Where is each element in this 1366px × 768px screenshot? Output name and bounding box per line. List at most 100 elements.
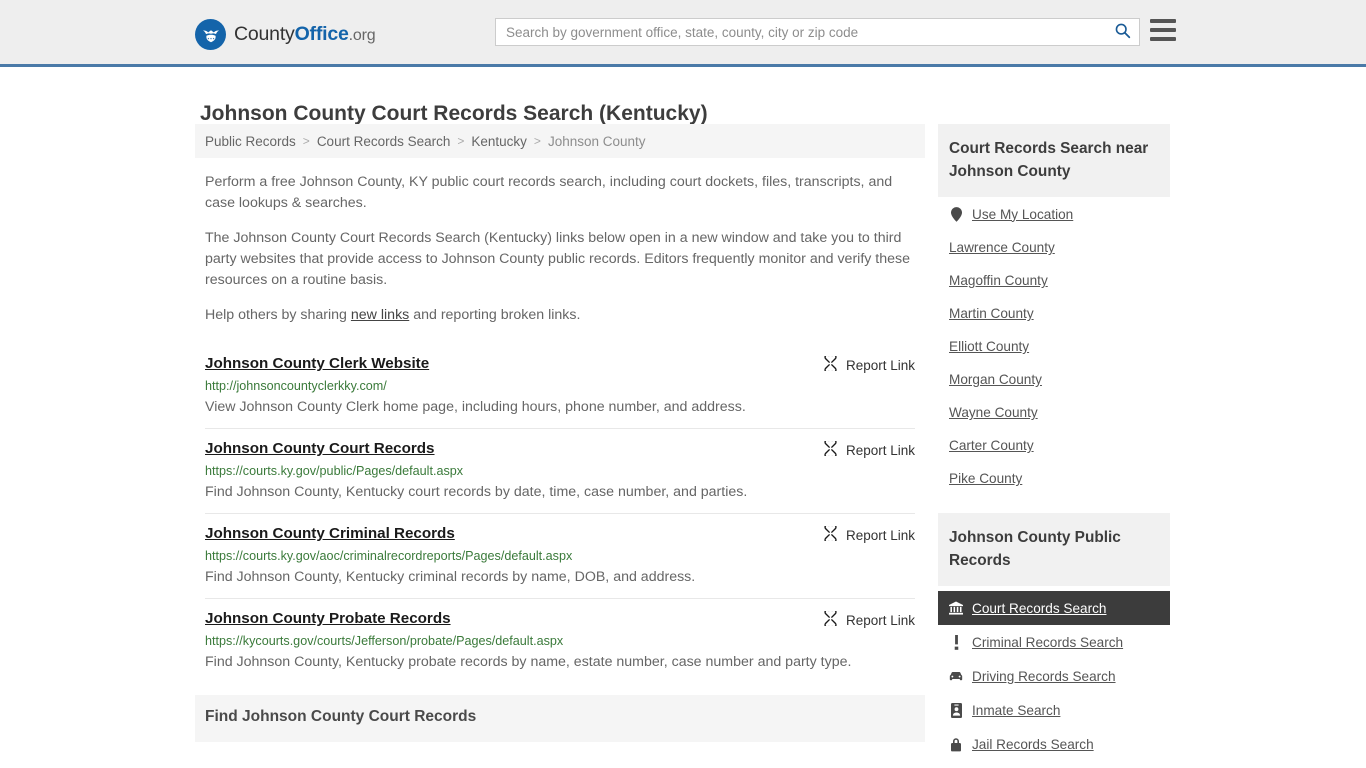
logo-text-county: County xyxy=(234,23,295,45)
breadcrumb-separator: > xyxy=(302,134,310,148)
logo-text-org: .org xyxy=(348,27,376,44)
intro-text: Perform a free Johnson County, KY public… xyxy=(195,172,925,326)
resource-link-entry: Johnson County Criminal Records Report Li… xyxy=(205,513,915,598)
sidebar-item-morgan-county[interactable]: Morgan County xyxy=(938,363,1170,396)
broken-link-icon xyxy=(823,439,838,459)
sidebar-item-lawrence-county[interactable]: Lawrence County xyxy=(938,231,1170,264)
sidebar-item-label[interactable]: Carter County xyxy=(949,438,1034,453)
report-link-label: Report Link xyxy=(845,442,915,458)
sidebar-item-label[interactable]: Use My Location xyxy=(972,207,1073,222)
sidebar-item-criminal-records-search[interactable]: Criminal Records Search xyxy=(938,625,1170,659)
resource-link-title[interactable]: Johnson County Clerk Website xyxy=(205,355,429,372)
intro-paragraph-2: The Johnson County Court Records Search … xyxy=(205,230,911,288)
sidebar-item-label[interactable]: Jail Records Search xyxy=(972,737,1094,752)
car-icon xyxy=(949,668,963,684)
intro-paragraph-1: Perform a free Johnson County, KY public… xyxy=(205,174,893,211)
sidebar-item-driving-records-search[interactable]: Driving Records Search xyxy=(938,659,1170,693)
broken-link-icon xyxy=(823,354,838,374)
resource-link-title[interactable]: Johnson County Probate Records xyxy=(205,610,451,627)
broken-link-icon xyxy=(823,524,838,544)
breadcrumb-separator: > xyxy=(457,134,465,148)
intro-paragraph-3: Help others by sharing new links and rep… xyxy=(205,305,915,326)
sidebar-item-jail-records-search[interactable]: Jail Records Search xyxy=(938,727,1170,761)
sidebar-item-label[interactable]: Driving Records Search xyxy=(972,669,1116,684)
exclamation-icon xyxy=(949,634,963,650)
share-text-before: Help others by sharing xyxy=(205,307,351,323)
map-pin-icon xyxy=(949,206,963,222)
sidebar-item-inmate-search[interactable]: Inmate Search xyxy=(938,693,1170,727)
resource-link-entry: Johnson County Clerk Website Report Link h… xyxy=(205,344,915,428)
breadcrumb-item[interactable]: Kentucky xyxy=(471,134,527,149)
sidebar-item-court-records-search[interactable]: Court Records Search xyxy=(938,591,1170,625)
sidebar-item-pike-county[interactable]: Pike County xyxy=(938,462,1170,495)
resource-link-entry: Johnson County Probate Records Report Lin… xyxy=(205,598,915,683)
search-button[interactable] xyxy=(1105,19,1139,45)
sidebar-item-label[interactable]: Pike County xyxy=(949,471,1022,486)
find-records-section: Find Johnson County Court Records xyxy=(195,695,925,742)
sidebar-item-label[interactable]: Martin County xyxy=(949,306,1034,321)
sidebar-item-use-my-location[interactable]: Use My Location xyxy=(938,197,1170,231)
report-link-button[interactable]: Report Link xyxy=(823,354,915,374)
hamburger-bar xyxy=(1150,28,1176,32)
resource-link-url: http://johnsoncountyclerkky.com/ xyxy=(205,379,387,393)
resource-link-title[interactable]: Johnson County Criminal Records xyxy=(205,525,455,542)
report-link-button[interactable]: Report Link xyxy=(823,609,915,629)
search-input[interactable] xyxy=(496,19,1105,45)
sidebar-item-elliott-county[interactable]: Elliott County xyxy=(938,330,1170,363)
resource-link-row: Johnson County Court Records Report Link xyxy=(205,439,915,459)
public-records-panel-heading: Johnson County Public Records xyxy=(949,529,1121,569)
resource-link-description: View Johnson County Clerk home page, inc… xyxy=(205,399,746,415)
search-icon xyxy=(1114,22,1131,42)
sidebar-item-carter-county[interactable]: Carter County xyxy=(938,429,1170,462)
sidebar-item-label[interactable]: Morgan County xyxy=(949,372,1042,387)
logo-text-office: Office xyxy=(294,23,349,45)
resource-link-entry: Johnson County Court Records Report Link h… xyxy=(205,428,915,513)
nearby-panel-heading: Court Records Search near Johnson County xyxy=(949,140,1149,180)
nearby-panel-header: Court Records Search near Johnson County xyxy=(938,124,1170,197)
breadcrumb-separator: > xyxy=(533,134,541,148)
hamburger-bar xyxy=(1150,19,1176,23)
resource-link-url: https://kycourts.gov/courts/Jefferson/pr… xyxy=(205,634,564,648)
sidebar-item-label[interactable]: Lawrence County xyxy=(949,240,1055,255)
sidebar-item-label[interactable]: Magoffin County xyxy=(949,273,1048,288)
site-logo[interactable]: CountyOffice.org xyxy=(195,19,376,50)
new-links-link[interactable]: new links xyxy=(351,307,409,323)
site-header: CountyOffice.org xyxy=(0,0,1366,67)
find-records-heading: Find Johnson County Court Records xyxy=(205,708,477,725)
main-content-column: Public Records > Court Records Search > Kent… xyxy=(195,124,925,742)
sidebar-item-label[interactable]: Wayne County xyxy=(949,405,1038,420)
resource-link-url: https://courts.ky.gov/public/Pages/defau… xyxy=(205,464,464,478)
public-records-panel-header: Johnson County Public Records xyxy=(938,513,1170,586)
breadcrumb-item[interactable]: Court Records Search xyxy=(317,134,451,149)
courthouse-icon xyxy=(949,600,963,616)
sidebar-item-label[interactable]: Criminal Records Search xyxy=(972,635,1123,650)
resource-link-title[interactable]: Johnson County Court Records xyxy=(205,440,435,457)
broken-link-icon xyxy=(823,609,838,629)
search-bar xyxy=(495,18,1140,46)
hamburger-menu-icon[interactable] xyxy=(1150,19,1176,41)
resource-link-description: Find Johnson County, Kentucky criminal r… xyxy=(205,569,696,585)
sidebar-item-wayne-county[interactable]: Wayne County xyxy=(938,396,1170,429)
resource-link-row: Johnson County Criminal Records Report Li… xyxy=(205,524,915,544)
breadcrumb: Public Records > Court Records Search > Kent… xyxy=(195,124,925,158)
eagle-shield-logo-icon xyxy=(195,19,226,50)
report-link-label: Report Link xyxy=(845,357,915,373)
breadcrumb-item: Johnson County xyxy=(547,133,646,149)
logo-wordmark: CountyOffice.org xyxy=(234,23,376,46)
report-link-button[interactable]: Report Link xyxy=(823,524,915,544)
page-title: Johnson County Court Records Search (Ken… xyxy=(200,102,708,126)
resource-link-description: Find Johnson County, Kentucky court reco… xyxy=(205,484,748,500)
report-link-button[interactable]: Report Link xyxy=(823,439,915,459)
report-link-label: Report Link xyxy=(845,612,915,628)
sidebar: Court Records Search near Johnson County… xyxy=(938,124,1170,761)
resource-link-description: Find Johnson County, Kentucky probate re… xyxy=(205,654,852,670)
sidebar-item-label[interactable]: Court Records Search xyxy=(972,601,1106,616)
breadcrumb-item[interactable]: Public Records xyxy=(205,134,296,149)
sidebar-item-label[interactable]: Elliott County xyxy=(949,339,1029,354)
sidebar-item-martin-county[interactable]: Martin County xyxy=(938,297,1170,330)
sidebar-item-label[interactable]: Inmate Search xyxy=(972,703,1060,718)
share-text-after: and reporting broken links. xyxy=(409,307,581,323)
hamburger-bar xyxy=(1150,37,1176,41)
sidebar-item-magoffin-county[interactable]: Magoffin County xyxy=(938,264,1170,297)
public-records-list: Court Records Search Criminal Records Sea… xyxy=(938,591,1170,761)
